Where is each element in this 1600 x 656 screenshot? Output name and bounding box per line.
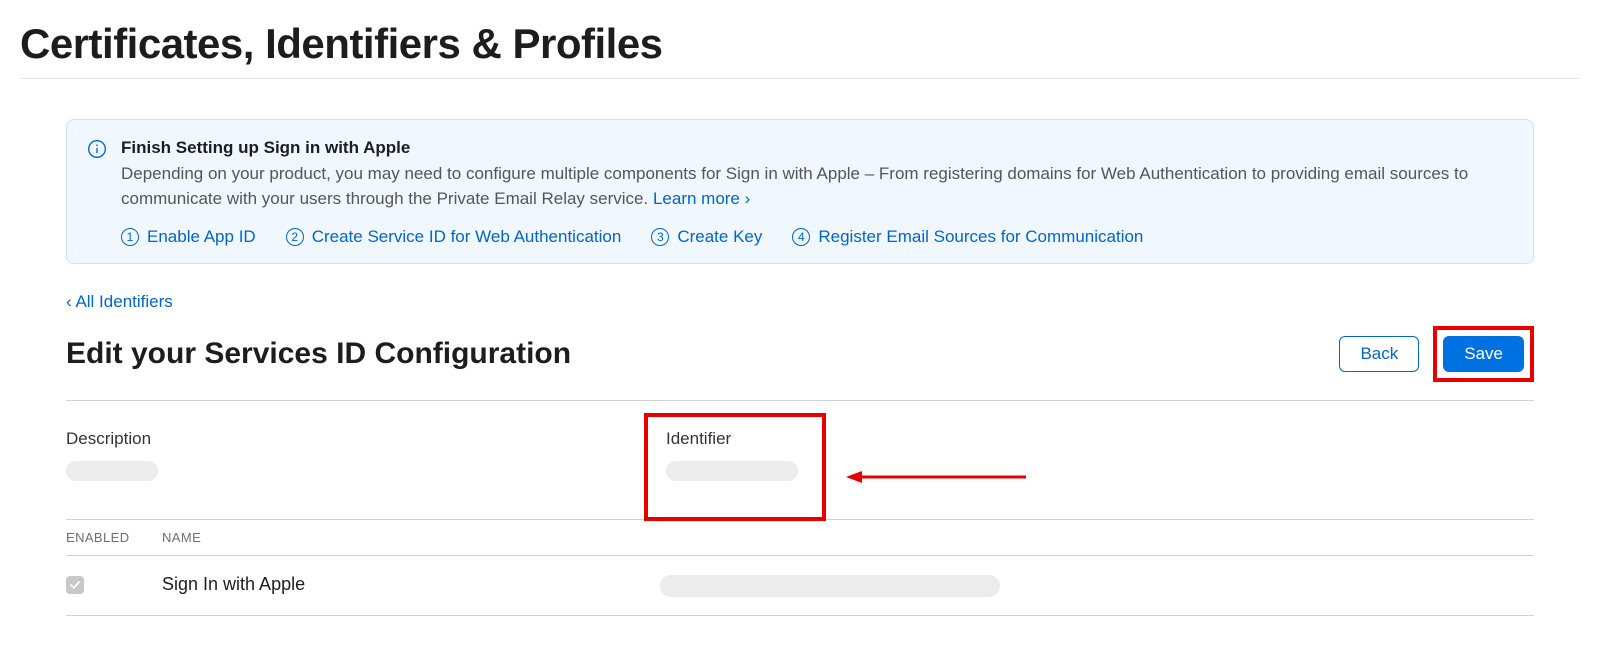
info-panel: Finish Setting up Sign in with Apple Dep… (66, 119, 1534, 264)
step-label: Enable App ID (147, 227, 256, 247)
step-create-key[interactable]: 3 Create Key (651, 227, 762, 247)
info-panel-body: Depending on your product, you may need … (121, 162, 1513, 211)
step-number-icon: 2 (286, 228, 304, 246)
info-panel-title: Finish Setting up Sign in with Apple (121, 138, 1513, 158)
breadcrumb-back-link[interactable]: ‹ All Identifiers (66, 292, 173, 312)
info-panel-text: Depending on your product, you may need … (121, 164, 1468, 208)
identifier-label: Identifier (666, 429, 1266, 449)
learn-more-link[interactable]: Learn more › (653, 189, 750, 208)
back-button[interactable]: Back (1339, 336, 1419, 372)
step-label: Create Service ID for Web Authentication (312, 227, 622, 247)
arrow-icon (846, 469, 1026, 485)
col-enabled-label: Enabled (66, 530, 162, 545)
capability-detail-redacted (660, 575, 1000, 597)
step-label: Create Key (677, 227, 762, 247)
description-field: Description (66, 429, 666, 481)
step-register-email-sources[interactable]: 4 Register Email Sources for Communicati… (792, 227, 1143, 247)
action-bar: Back Save (1339, 326, 1534, 382)
highlight-ring-save: Save (1433, 326, 1534, 382)
identifier-value-redacted (666, 461, 798, 481)
section-title: Edit your Services ID Configuration (66, 337, 571, 371)
capabilities-header: Enabled Name (66, 519, 1534, 556)
capability-name: Sign In with Apple (162, 574, 305, 594)
col-name-label: Name (162, 530, 1534, 545)
info-icon (87, 139, 107, 159)
identifier-field: Identifier (666, 429, 1266, 481)
step-create-service-id[interactable]: 2 Create Service ID for Web Authenticati… (286, 227, 622, 247)
section-header: Edit your Services ID Configuration Back… (66, 326, 1534, 401)
fields-row: Description Identifier (66, 401, 1534, 519)
step-label: Register Email Sources for Communication (818, 227, 1143, 247)
page-title: Certificates, Identifiers & Profiles (20, 20, 1580, 68)
divider (20, 78, 1580, 79)
description-label: Description (66, 429, 666, 449)
setup-steps: 1 Enable App ID 2 Create Service ID for … (121, 227, 1513, 247)
capability-checkbox[interactable] (66, 576, 84, 594)
save-button[interactable]: Save (1443, 336, 1524, 372)
step-number-icon: 1 (121, 228, 139, 246)
step-number-icon: 3 (651, 228, 669, 246)
step-number-icon: 4 (792, 228, 810, 246)
description-value-redacted (66, 461, 158, 481)
capability-row: Sign In with Apple (66, 556, 1534, 615)
step-enable-app-id[interactable]: 1 Enable App ID (121, 227, 256, 247)
